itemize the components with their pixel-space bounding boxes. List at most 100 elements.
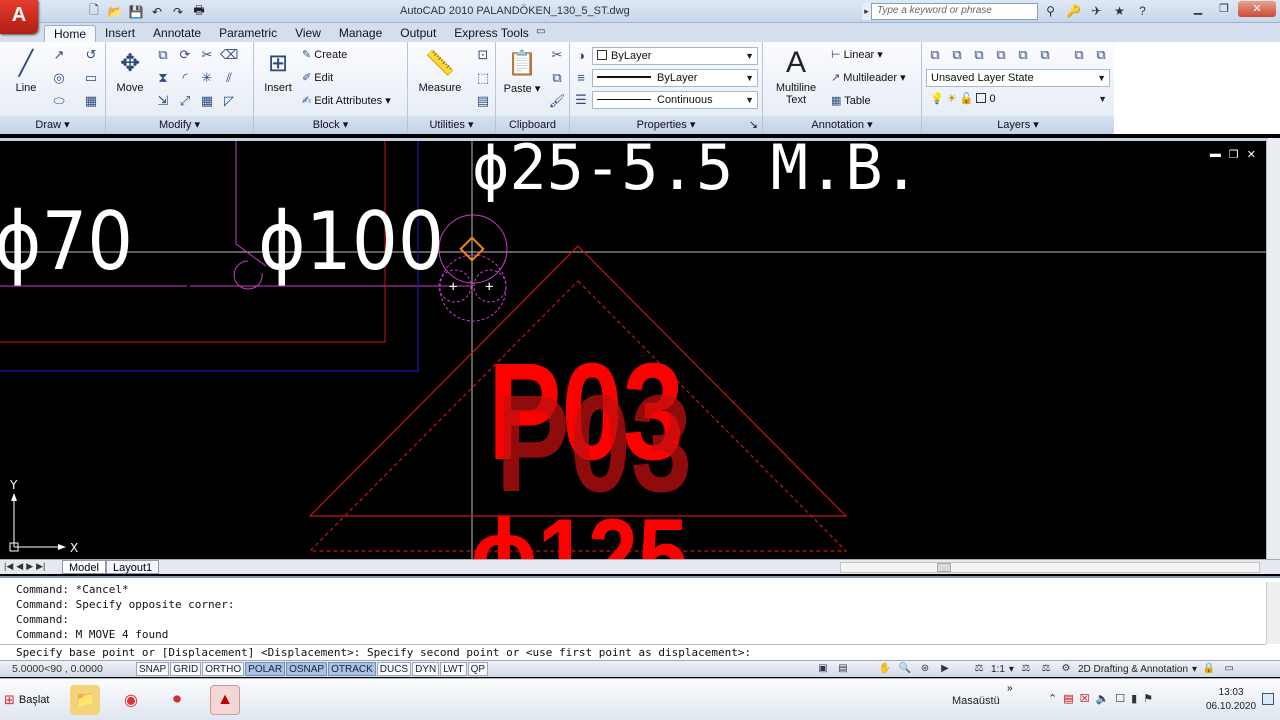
clean-screen-icon[interactable]: ▭ — [1221, 662, 1237, 676]
tab-view[interactable]: View — [286, 25, 330, 42]
fillet-icon[interactable]: ◜ — [176, 69, 194, 87]
open-file-icon[interactable]: 📂 — [106, 3, 124, 21]
arc-icon[interactable]: ↺ — [82, 46, 100, 64]
ortho-toggle[interactable]: ORTHO — [202, 662, 245, 676]
show-desktop-button[interactable] — [1262, 693, 1274, 705]
offset-icon[interactable]: ⫽ — [220, 69, 238, 87]
hatch-icon[interactable]: ▦ — [82, 92, 100, 110]
copy-icon[interactable]: ⧉ — [154, 46, 172, 64]
circle-icon[interactable]: ◎ — [50, 69, 68, 87]
close-button[interactable]: ✕ — [1238, 1, 1276, 17]
quick-view-icon[interactable]: ▤ — [835, 662, 851, 676]
horizontal-scroll-thumb[interactable] — [937, 563, 951, 572]
linear-dimension-button[interactable]: ⊢ Linear ▾ — [831, 48, 883, 61]
undo-icon[interactable]: ↶ — [148, 3, 166, 21]
layer-walk-icon[interactable]: ⧉ — [948, 46, 966, 64]
panel-title-draw[interactable]: Draw ▾ — [0, 116, 105, 134]
select-all-icon[interactable]: ⬚ — [474, 69, 492, 87]
viewport-restore-icon[interactable]: ❐ — [1229, 148, 1239, 161]
annotation-scale[interactable]: 1:1 — [991, 664, 1005, 675]
steering-wheel-icon[interactable]: ⊛ — [917, 662, 933, 676]
model-space-icon[interactable]: ▣ — [815, 662, 831, 676]
start-button[interactable]: ⊞ Başlat — [4, 692, 49, 708]
showmotion-icon[interactable]: ▶ — [937, 662, 953, 676]
polar-toggle[interactable]: POLAR — [245, 662, 286, 676]
grid-toggle[interactable]: GRID — [170, 662, 202, 676]
new-file-icon[interactable]: 🗋 — [85, 3, 103, 21]
plot-icon[interactable]: 🖶 — [190, 3, 208, 21]
explode-icon[interactable]: ✳ — [198, 69, 216, 87]
tab-annotate[interactable]: Annotate — [144, 25, 210, 42]
create-block-button[interactable]: ✎ Create — [302, 48, 347, 61]
tab-parametric[interactable]: Parametric — [210, 25, 286, 42]
search-input[interactable]: Type a keyword or phrase — [862, 3, 1038, 20]
ribbon-minimize-icon[interactable]: ▭ — [536, 26, 545, 37]
array-icon[interactable]: ▦ — [198, 92, 216, 110]
snap-toggle[interactable]: SNAP — [136, 662, 170, 676]
rotate-icon[interactable]: ⟳ — [176, 46, 194, 64]
rectangle-icon[interactable]: ▭ — [82, 69, 100, 87]
linetype-dropdown[interactable]: Continuous ▼ — [592, 91, 758, 109]
qp-toggle[interactable]: QP — [467, 662, 489, 676]
volume-icon[interactable]: 🔈 — [1096, 692, 1110, 705]
search-expand-icon[interactable]: ▸ — [862, 3, 872, 20]
prev-layout-icon[interactable]: ◀ — [16, 561, 23, 572]
last-layout-icon[interactable]: ▶| — [36, 561, 45, 572]
layer-previous-icon[interactable]: ⧉ — [1092, 46, 1110, 64]
edit-block-button[interactable]: ✐ Edit — [302, 71, 333, 84]
calculator-icon[interactable]: ▤ — [474, 92, 492, 110]
layer-lock-icon[interactable]: ⧉ — [1036, 46, 1054, 64]
paste-button[interactable]: 📋 Paste ▾ — [500, 46, 544, 96]
edit-attributes-button[interactable]: ✍ Edit Attributes ▾ — [302, 94, 391, 107]
layer-dropdown[interactable]: 💡 ☀ 🔓 0 ▼ — [926, 91, 1110, 109]
color-dropdown[interactable]: ByLayer ▼ — [592, 47, 758, 65]
dyn-toggle[interactable]: DYN — [412, 662, 440, 676]
tab-layout1[interactable]: Layout1 — [106, 560, 160, 574]
copy-clip-icon[interactable]: ⧉ — [548, 69, 566, 87]
panel-title-layers[interactable]: Layers ▾ — [922, 116, 1114, 134]
insert-button[interactable]: ⊞ Insert — [256, 46, 300, 95]
desktop-toolbar-label[interactable]: Masaüstü — [952, 695, 1000, 707]
panel-title-utilities[interactable]: Utilities ▾ — [408, 116, 495, 134]
binoculars-icon[interactable]: ⚲ — [1042, 2, 1059, 20]
redo-icon[interactable]: ↷ — [169, 3, 187, 21]
toolbar-lock-icon[interactable]: 🔒 — [1201, 662, 1217, 676]
viewport-minimize-icon[interactable]: ▬ — [1210, 148, 1221, 161]
tab-insert[interactable]: Insert — [96, 25, 144, 42]
layer-off-icon[interactable]: ⧉ — [992, 46, 1010, 64]
antivirus-icon[interactable]: ☒ — [1080, 692, 1090, 705]
pdf-icon[interactable]: ▤ — [1063, 692, 1073, 705]
lineweight-dropdown[interactable]: ByLayer ▼ — [592, 69, 758, 87]
auto-scale-icon[interactable]: ⚖ — [1038, 662, 1054, 676]
layer-iso-icon[interactable]: ⧉ — [970, 46, 988, 64]
ducs-toggle[interactable]: DUCS — [376, 662, 412, 676]
save-icon[interactable]: 💾 — [127, 3, 145, 21]
line-button[interactable]: ╱ Line — [4, 46, 48, 95]
viewport-close-icon[interactable]: ✕ — [1247, 148, 1256, 161]
otrack-toggle[interactable]: OTRACK — [328, 662, 376, 676]
erase-icon[interactable]: ⌫ — [220, 46, 238, 64]
layer-properties-icon[interactable]: ⧉ — [926, 46, 944, 64]
multiline-text-button[interactable]: A Multiline Text — [771, 46, 821, 106]
restore-button[interactable]: ❐ — [1212, 1, 1236, 17]
stretch-icon[interactable]: ⇲ — [154, 92, 172, 110]
layer-state-dropdown[interactable]: Unsaved Layer State ▼ — [926, 69, 1110, 87]
network-signal-icon[interactable]: ▮ — [1131, 692, 1137, 705]
favorites-icon[interactable]: ★ — [1111, 2, 1128, 20]
drawing-area[interactable]: + + ϕ25-5.5 M.B. ϕ70 ϕ100 P03 P03 ϕ125 Y… — [0, 138, 1266, 559]
minimize-button[interactable]: ▁ — [1186, 1, 1210, 17]
workspace-switcher[interactable]: 2D Drafting & Annotation — [1078, 664, 1188, 675]
polyline-icon[interactable]: ↗ — [50, 46, 68, 64]
tab-model[interactable]: Model — [62, 560, 106, 574]
panel-title-properties[interactable]: Properties ▾ ↘ — [570, 116, 762, 134]
tab-express-tools[interactable]: Express Tools — [445, 25, 537, 42]
tray-arrow-icon[interactable]: ⌃ — [1048, 692, 1057, 705]
cut-icon[interactable]: ✂ — [548, 46, 566, 64]
tab-home[interactable]: Home — [44, 25, 97, 42]
application-menu-button[interactable]: A — [0, 0, 38, 34]
quick-select-icon[interactable]: ⊡ — [474, 46, 492, 64]
vertical-scrollbar[interactable] — [1266, 138, 1280, 559]
scale-icon[interactable]: ⤢ — [176, 92, 194, 110]
touchpad-icon[interactable]: ☐ — [1115, 692, 1125, 705]
screen-recorder-icon[interactable]: ⏺ — [162, 685, 192, 715]
